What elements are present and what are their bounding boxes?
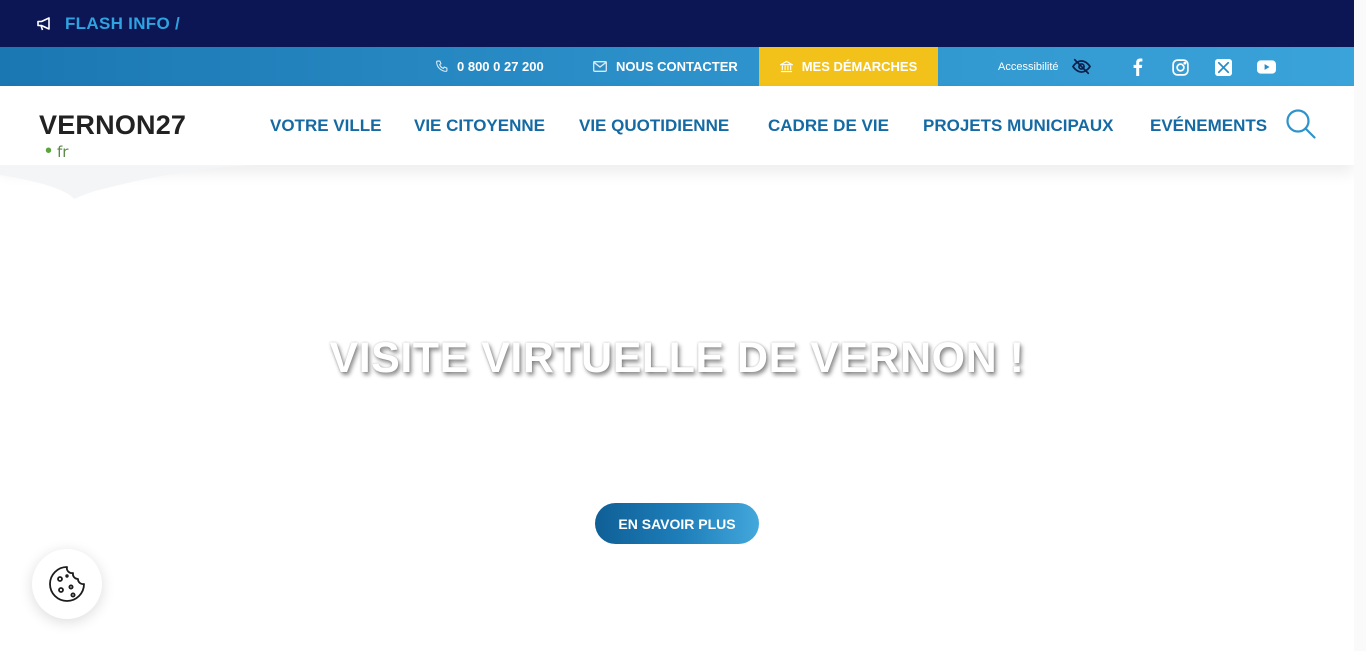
- header-swoosh-decoration: [0, 165, 260, 199]
- learn-more-button[interactable]: EN SAVOIR PLUS: [595, 503, 759, 544]
- cookie-icon: [49, 566, 85, 602]
- site-logo[interactable]: VERNON27 • fr: [39, 110, 187, 162]
- page-scrollbar[interactable]: [1354, 0, 1366, 651]
- facebook-icon[interactable]: [1126, 56, 1148, 78]
- main-navigation: VERNON27 • fr VOTRE VILLE VIE CITOYENNE V…: [0, 86, 1354, 165]
- search-icon[interactable]: [1285, 108, 1317, 140]
- accessibility-label: Accessibilité: [998, 60, 1059, 73]
- phone-number: 0 800 0 27 200: [457, 59, 544, 74]
- logo-name: VERNON27: [39, 110, 187, 140]
- nav-vie-quotidienne[interactable]: VIE QUOTIDIENNE: [579, 116, 729, 136]
- cookie-settings-button[interactable]: [32, 549, 102, 619]
- youtube-icon[interactable]: [1255, 56, 1277, 78]
- flash-info-label[interactable]: FLASH INFO /: [65, 14, 180, 34]
- eye-slash-icon: [1071, 58, 1091, 75]
- nav-vie-citoyenne[interactable]: VIE CITOYENNE: [414, 116, 545, 136]
- nav-projets-municipaux[interactable]: PROJETS MUNICIPAUX: [923, 116, 1114, 136]
- contact-label: NOUS CONTACTER: [616, 59, 738, 74]
- megaphone-icon: [36, 15, 54, 33]
- mail-icon: [593, 61, 607, 72]
- nav-evenements[interactable]: EVÉNEMENTS: [1150, 116, 1267, 136]
- contact-link[interactable]: NOUS CONTACTER: [593, 47, 738, 86]
- x-twitter-icon[interactable]: [1212, 56, 1234, 78]
- phone-icon: [436, 60, 448, 72]
- logo-suffix: • fr: [45, 140, 68, 163]
- flash-info-bar: FLASH INFO /: [0, 0, 1354, 47]
- accessibility-toggle[interactable]: Accessibilité: [998, 47, 1092, 86]
- phone-link[interactable]: 0 800 0 27 200: [435, 47, 544, 86]
- demarches-label: MES DÉMARCHES: [801, 59, 918, 74]
- nav-votre-ville[interactable]: VOTRE VILLE: [270, 116, 381, 136]
- logo-dot: •: [45, 140, 53, 162]
- demarches-button[interactable]: MES DÉMARCHES: [759, 47, 938, 86]
- nav-cadre-de-vie[interactable]: CADRE DE VIE: [768, 116, 889, 136]
- utility-bar: 0 800 0 27 200 NOUS CONTACTER MES DÉMARC…: [0, 47, 1354, 86]
- hero-title: VISITE VIRTUELLE DE VERNON !: [329, 334, 1025, 382]
- logo-tld: fr: [57, 143, 69, 161]
- town-hall-icon: [779, 60, 793, 73]
- instagram-icon[interactable]: [1169, 56, 1191, 78]
